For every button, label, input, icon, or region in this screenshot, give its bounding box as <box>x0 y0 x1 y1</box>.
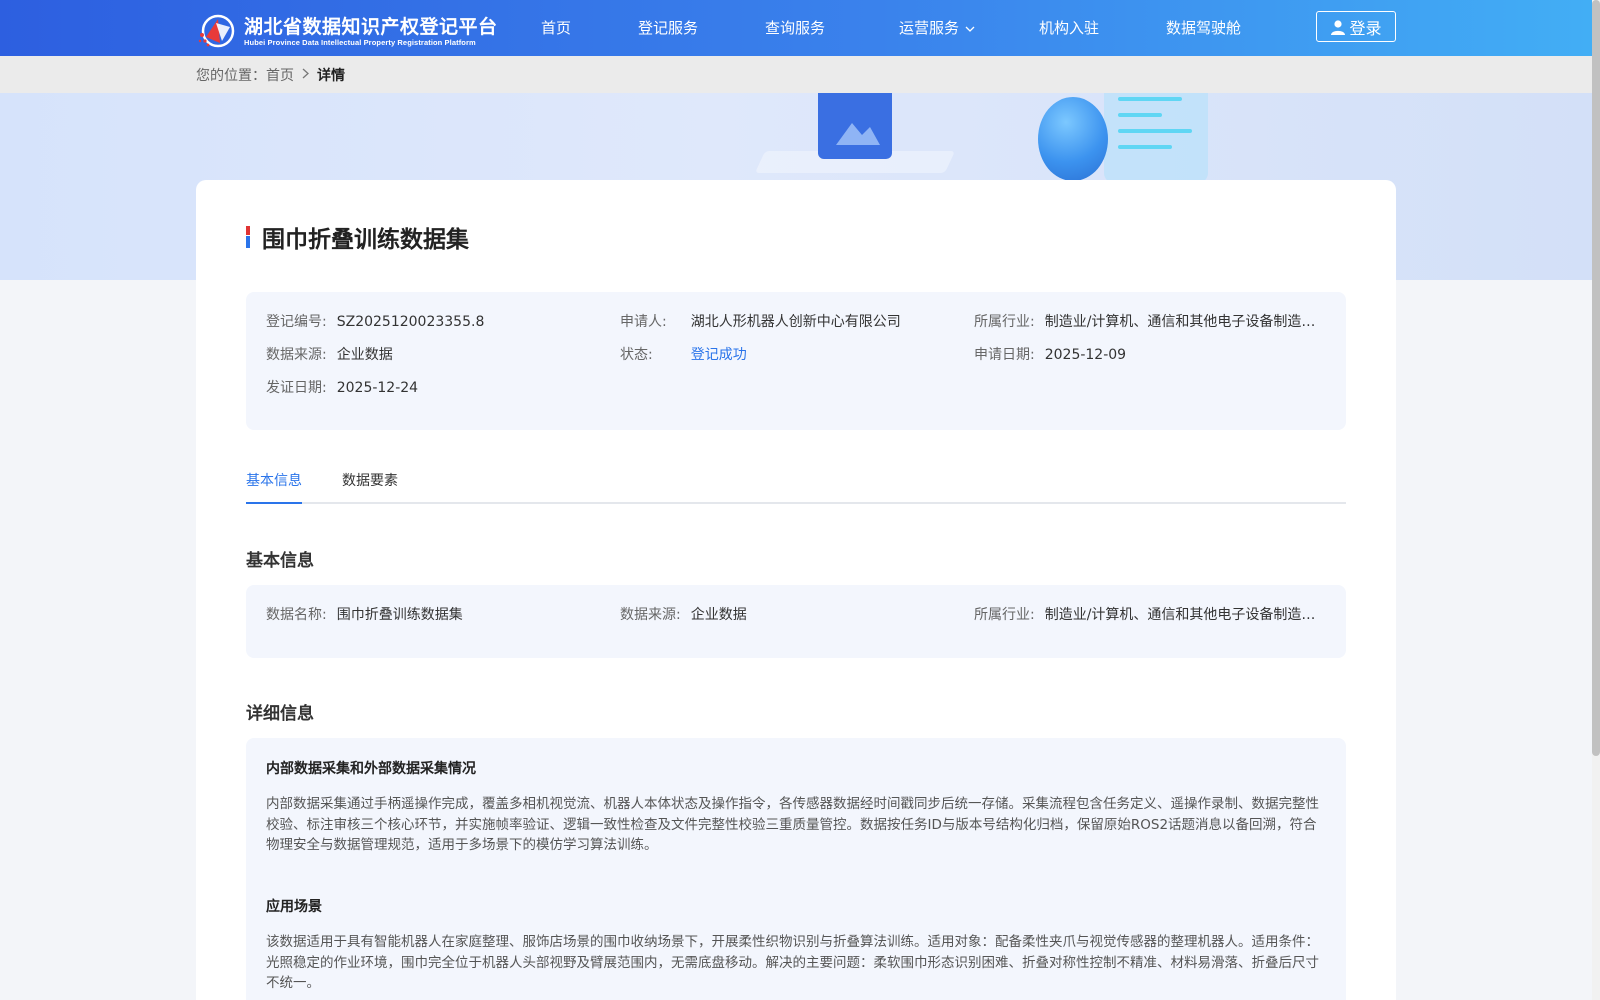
logo-emblem-icon <box>196 13 242 49</box>
field-issue-date: 发证日期: 2025-12-24 <box>266 378 418 398</box>
field-value: 制造业/计算机、通信和其他电子设备制造… <box>1044 607 1316 623</box>
field-label: 申请日期: <box>974 347 1035 363</box>
application-scenario-description: 该数据适用于具有智能机器人在家庭整理、服饰店场景的围巾收纳场景下，开展柔性织物识… <box>266 934 1319 991</box>
field-label: 登记编号: <box>266 314 327 330</box>
field-data-name: 数据名称: 围巾折叠训练数据集 <box>266 605 463 625</box>
login-label: 登录 <box>1349 18 1382 38</box>
nav-registration-service[interactable]: 登记服务 <box>638 18 698 38</box>
field-status: 状态: 登记成功 <box>620 345 747 365</box>
page-title: 围巾折叠训练数据集 <box>262 227 469 253</box>
banner-image-icon <box>818 93 892 159</box>
tab-basic-info[interactable]: 基本信息 <box>246 470 302 504</box>
detail-card: 围巾折叠训练数据集 登记编号: SZ2025120023355.8 申请人: 湖… <box>196 180 1396 1000</box>
subsection-title-application-scenario: 应用场景 <box>266 899 322 915</box>
title-accent-icon <box>246 226 250 248</box>
banner-panel-decoration <box>1104 93 1208 183</box>
tab-data-elements[interactable]: 数据要素 <box>342 470 398 492</box>
login-button[interactable]: 登录 <box>1316 11 1396 42</box>
field-applicant: 申请人: 湖北人形机器人创新中心有限公司 <box>620 312 901 332</box>
field-value: 2025-12-09 <box>1044 347 1127 363</box>
summary-panel: 登记编号: SZ2025120023355.8 申请人: 湖北人形机器人创新中心… <box>246 292 1346 430</box>
field-label: 数据来源: <box>266 347 327 363</box>
platform-logo[interactable]: 湖北省数据知识产权登记平台 Hubei Province Data Intell… <box>196 13 498 49</box>
top-header: 湖北省数据知识产权登记平台 Hubei Province Data Intell… <box>0 0 1592 56</box>
nav-data-cockpit[interactable]: 数据驾驶舱 <box>1166 18 1241 38</box>
field-value: 企业数据 <box>336 347 393 363</box>
nav-institution-join[interactable]: 机构入驻 <box>1039 18 1099 38</box>
field-registration-number: 登记编号: SZ2025120023355.8 <box>266 312 484 332</box>
subsection-title-data-collection: 内部数据采集和外部数据采集情况 <box>266 761 476 777</box>
chevron-down-icon <box>965 18 975 38</box>
field-value: 制造业/计算机、通信和其他电子设备制造… <box>1044 314 1316 330</box>
field-data-source: 数据来源: 企业数据 <box>266 345 393 365</box>
breadcrumb: 您的位置： 首页 详情 <box>196 65 345 85</box>
breadcrumb-current: 详情 <box>317 68 345 84</box>
field-data-source: 数据来源: 企业数据 <box>620 605 747 625</box>
field-value: 2025-12-24 <box>336 380 419 396</box>
nav-query-service[interactable]: 查询服务 <box>765 18 825 38</box>
section-title-detail-info: 详细信息 <box>246 704 314 724</box>
tab-bar: 基本信息 数据要素 <box>246 470 1346 504</box>
field-label: 发证日期: <box>266 380 327 396</box>
status-badge: 登记成功 <box>690 347 747 363</box>
breadcrumb-bar: 您的位置： 首页 详情 <box>0 56 1592 93</box>
banner-sphere-decoration <box>1038 97 1108 181</box>
field-label: 所属行业: <box>974 607 1035 623</box>
nav-operation-service[interactable]: 运营服务 <box>899 18 975 38</box>
field-value: SZ2025120023355.8 <box>336 314 485 330</box>
page-scrollbar[interactable] <box>1592 0 1600 1000</box>
breadcrumb-home-link[interactable]: 首页 <box>266 65 294 85</box>
breadcrumb-prefix: 您的位置： <box>196 68 266 84</box>
field-label: 状态: <box>620 347 653 363</box>
field-label: 数据来源: <box>620 607 681 623</box>
field-label: 数据名称: <box>266 607 327 623</box>
basic-info-panel: 数据名称: 围巾折叠训练数据集 数据来源: 企业数据 所属行业: 制造业/计算机… <box>246 585 1346 658</box>
field-apply-date: 申请日期: 2025-12-09 <box>974 345 1126 365</box>
field-industry: 所属行业: 制造业/计算机、通信和其他电子设备制造… <box>974 312 1317 332</box>
detail-info-panel: 内部数据采集和外部数据采集情况 内部数据采集通过手柄遥操作完成，覆盖多相机视觉流… <box>246 738 1346 1000</box>
title-row: 围巾折叠训练数据集 <box>246 220 469 254</box>
field-value: 湖北人形机器人创新中心有限公司 <box>690 314 901 330</box>
chevron-right-icon <box>302 68 309 83</box>
field-value: 企业数据 <box>690 607 747 623</box>
nav-operation-service-label: 运营服务 <box>899 19 960 37</box>
data-collection-description: 内部数据采集通过手柄遥操作完成，覆盖多相机视觉流、机器人本体状态及操作指令，各传… <box>266 796 1319 853</box>
scrollbar-thumb[interactable] <box>1592 0 1600 756</box>
field-label: 所属行业: <box>974 314 1035 330</box>
logo-title: 湖北省数据知识产权登记平台 <box>244 15 498 38</box>
field-label: 申请人: <box>620 314 667 330</box>
section-title-basic-info: 基本信息 <box>246 551 314 571</box>
nav-home[interactable]: 首页 <box>541 18 571 38</box>
field-value: 围巾折叠训练数据集 <box>336 607 463 623</box>
logo-subtitle: Hubei Province Data Intellectual Propert… <box>244 37 476 47</box>
user-icon <box>1331 19 1346 35</box>
field-industry: 所属行业: 制造业/计算机、通信和其他电子设备制造… <box>974 605 1317 625</box>
